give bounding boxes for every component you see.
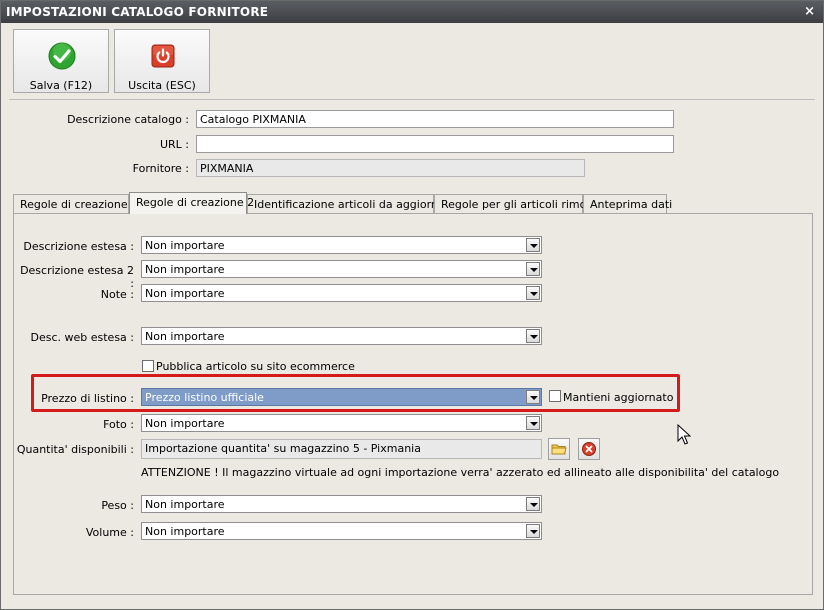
- chevron-down-icon[interactable]: [526, 262, 540, 276]
- exit-button[interactable]: Uscita (ESC): [114, 29, 210, 93]
- notes-select[interactable]: Non importare: [141, 284, 542, 302]
- open-folder-button[interactable]: [548, 438, 570, 460]
- extended-description-label: Descrizione estesa :: [23, 240, 134, 253]
- url-label: URL :: [159, 138, 189, 151]
- weight-label: Peso :: [101, 499, 134, 512]
- title-bar[interactable]: IMPOSTAZIONI CATALOGO FORNITORE ×: [1, 1, 823, 23]
- weight-select[interactable]: Non importare: [141, 495, 542, 513]
- publish-ecommerce-label: Pubblica articolo su sito ecommerce: [156, 360, 355, 373]
- notes-label: Note :: [100, 288, 134, 301]
- extended-description-2-select[interactable]: Non importare: [141, 260, 542, 278]
- warning-text: ATTENZIONE ! Il magazzino virtuale ad og…: [141, 466, 780, 479]
- folder-icon: [551, 444, 567, 455]
- keep-updated-checkbox[interactable]: [549, 390, 561, 402]
- chevron-down-icon[interactable]: [526, 497, 540, 511]
- catalog-description-label: Descrizione catalogo :: [67, 113, 189, 126]
- close-icon[interactable]: ×: [804, 4, 815, 19]
- weight-value: Non importare: [145, 498, 225, 511]
- publish-ecommerce-checkbox[interactable]: [142, 360, 154, 372]
- chevron-down-icon[interactable]: [526, 238, 540, 252]
- chevron-down-icon[interactable]: [526, 524, 540, 538]
- extended-description-select[interactable]: Non importare: [141, 236, 542, 254]
- list-price-value: Prezzo listino ufficiale: [145, 391, 264, 404]
- chevron-down-icon[interactable]: [526, 329, 540, 343]
- notes-value: Non importare: [145, 287, 225, 300]
- available-quantity-label: Quantita' disponibili :: [16, 443, 134, 456]
- checkmark-icon: [48, 42, 76, 70]
- delete-icon: [582, 442, 596, 456]
- supplier-field: PIXMANIA: [196, 159, 585, 177]
- tab-data-preview[interactable]: Anteprima dati: [583, 194, 672, 213]
- window-title: IMPOSTAZIONI CATALOGO FORNITORE: [6, 5, 269, 19]
- catalog-description-field[interactable]: Catalogo PIXMANIA: [196, 110, 674, 128]
- volume-value: Non importare: [145, 525, 225, 538]
- clear-quantity-button[interactable]: [578, 438, 600, 460]
- chevron-down-icon[interactable]: [526, 416, 540, 430]
- volume-label: Volume :: [85, 526, 134, 539]
- tab-identify-items[interactable]: Identificazione articoli da aggiornare: [247, 194, 456, 213]
- extended-description-2-label: Descrizione estesa 2 :: [20, 264, 134, 290]
- tab-panel: Descrizione estesa : Non importare Descr…: [13, 213, 813, 595]
- save-button[interactable]: Salva (F12): [13, 29, 109, 93]
- extended-description-value: Non importare: [145, 239, 225, 252]
- volume-select[interactable]: Non importare: [141, 522, 542, 540]
- tab-creation-rules-2[interactable]: Regole di creazione 2: [129, 192, 254, 214]
- chevron-down-icon[interactable]: [526, 286, 540, 300]
- web-description-value: Non importare: [145, 330, 225, 343]
- tab-creation-rules-1[interactable]: Regole di creazione 1: [13, 194, 138, 213]
- web-description-label: Desc. web estesa :: [30, 331, 134, 344]
- toolbar-divider: [9, 99, 815, 100]
- save-button-label: Salva (F12): [29, 79, 93, 92]
- available-quantity-field: Importazione quantita' su magazzino 5 - …: [141, 439, 542, 459]
- list-price-label: Prezzo di listino :: [41, 392, 134, 405]
- url-field[interactable]: [196, 135, 674, 153]
- photo-select[interactable]: Non importare: [141, 414, 542, 432]
- exit-button-label: Uscita (ESC): [128, 79, 196, 92]
- photo-value: Non importare: [145, 417, 225, 430]
- tab-removed-items-rules[interactable]: Regole per gli articoli rimossi: [434, 194, 601, 213]
- supplier-catalog-window: IMPOSTAZIONI CATALOGO FORNITORE × Salva …: [0, 0, 824, 610]
- web-description-select[interactable]: Non importare: [141, 327, 542, 345]
- extended-description-2-value: Non importare: [145, 263, 225, 276]
- list-price-select[interactable]: Prezzo listino ufficiale: [141, 388, 542, 406]
- power-icon: [151, 44, 175, 68]
- mouse-cursor-icon: [677, 424, 691, 445]
- keep-updated-label: Mantieni aggiornato: [563, 391, 674, 404]
- supplier-label: Fornitore :: [132, 162, 189, 175]
- chevron-down-icon[interactable]: [526, 390, 540, 404]
- photo-label: Foto :: [103, 418, 134, 431]
